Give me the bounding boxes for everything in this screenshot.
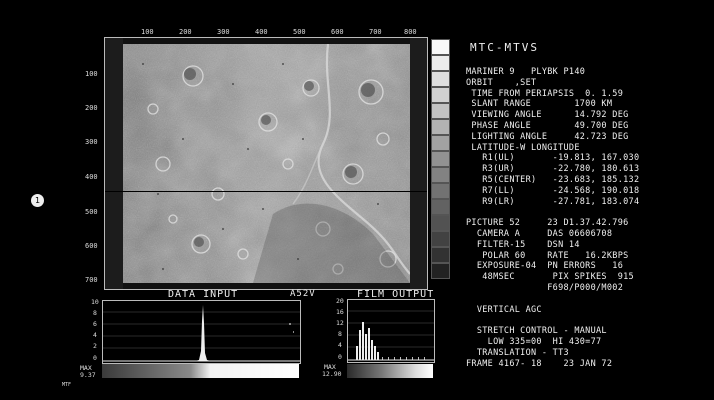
data-input-corner-label: MTF [62,382,72,388]
info-line: 48MSEC PIX SPIKES 915 [466,272,634,283]
info-line: R5(CENTER) -23.683, 185.132 [466,174,640,185]
gray-step [431,263,450,279]
info-line: R3(UR) -22.780, 180.613 [466,164,640,175]
info-line: LATITUDE-W LONGITUDE [466,142,580,153]
info-line: EXPOSURE-04 PN ERRORS 16 [466,261,624,272]
film-output-max-value: 12.90 [322,370,342,378]
info-line: FILTER-15 DSN 14 [466,239,580,250]
info-line: POLAR 60 RATE 16.2KBPS [466,250,629,261]
film-output-y-tick: 0 [338,353,342,361]
info-line: FRAME 4167- 18 23 JAN 72 [466,358,613,369]
info-line: SLANT RANGE 1700 KM [466,99,613,110]
data-input-y-tick: 6 [93,320,97,328]
image-y-tick: 500 [85,208,98,216]
gray-step [431,247,450,263]
info-line: ORBIT ,SET [466,77,537,88]
image-x-tick: 700 [369,28,382,36]
image-left-border [105,38,123,289]
gray-step [431,103,450,119]
image-x-tick: 200 [179,28,192,36]
reference-marker-label: 1 [34,196,41,205]
gray-step [431,231,450,247]
gray-step [431,87,450,103]
mars-surface-image [104,37,428,290]
image-y-tick: 100 [85,70,98,78]
info-line [466,315,639,326]
data-input-histogram-plot [103,305,300,362]
image-x-tick: 800 [404,28,417,36]
data-input-gray-ramp [102,364,299,378]
image-y-tick: 200 [85,104,98,112]
film-output-y-tick: 20 [336,297,344,305]
info-line: PHASE ANGLE 49.700 DEG [466,120,629,131]
image-y-tick: 600 [85,242,98,250]
film-output-y-tick: 4 [338,341,342,349]
gray-step [431,39,450,55]
info-line: VERTICAL AGC [466,304,542,315]
image-right-border [410,38,427,289]
info-line: LOW 335=00 HI 430=77 [466,336,602,347]
image-y-tick: 300 [85,138,98,146]
film-output-y-tick: 8 [338,330,342,338]
info-line: LIGHTING ANGLE 42.723 DEG [466,131,629,142]
gray-step [431,167,450,183]
gray-step [431,199,450,215]
info-line [466,207,639,218]
gray-step [431,151,450,167]
gray-step [431,135,450,151]
system-title: MTC-MTVS [470,41,539,54]
crater-terrain-image [123,44,410,283]
info-line: STRETCH CONTROL - MANUAL [466,326,607,337]
film-output-y-tick: 12 [336,319,344,327]
film-output-y-tick: 16 [336,308,344,316]
gray-step [431,55,450,71]
gray-step [431,215,450,231]
gray-step [431,183,450,199]
film-output-histogram [347,299,435,363]
info-line: R7(LL) -24.568, 190.018 [466,185,640,196]
info-line [466,294,639,305]
info-line: TRANSLATION - TT3 [466,347,569,358]
info-line: MARINER 9 PLYBK P140 [466,67,586,77]
data-input-y-tick: 2 [93,342,97,350]
scan-line [105,191,427,192]
gray-step [431,119,450,135]
telemetry-info-block: MARINER 9 PLYBK P140 ORBIT ,SET TIME FROM… [466,67,639,369]
image-x-tick: 500 [293,28,306,36]
image-y-tick: 400 [85,173,98,181]
info-line: R1(UL) -19.813, 167.030 [466,153,640,164]
data-input-tag: A52V [290,289,316,299]
data-input-y-tick: 4 [93,331,97,339]
info-line: VIEWING ANGLE 14.792 DEG [466,110,629,121]
film-output-gray-ramp [347,364,433,378]
info-line: CAMERA A DAS 06606708 [466,228,613,239]
info-line: PICTURE 52 23 D1.37.42.796 [466,218,629,229]
image-y-tick: 700 [85,276,98,284]
film-output-histogram-plot [348,310,434,361]
data-input-title: DATA INPUT [168,289,239,300]
image-x-tick: 100 [141,28,154,36]
data-input-y-tick: 0 [93,354,97,362]
image-x-tick: 300 [217,28,230,36]
data-input-max-value: 9.37 [80,371,96,379]
image-x-tick: 400 [255,28,268,36]
gray-step [431,71,450,87]
info-line: TIME FROM PERIAPSIS 0. 1.59 [466,88,624,99]
data-input-y-tick: 10 [91,298,99,306]
image-x-tick: 600 [331,28,344,36]
data-input-histogram [102,300,301,364]
reference-marker: 1 [31,194,44,207]
info-line: R9(LR) -27.781, 183.074 [466,196,640,207]
info-line: F698/P000/M002 [466,282,624,293]
data-input-y-tick: 8 [93,309,97,317]
